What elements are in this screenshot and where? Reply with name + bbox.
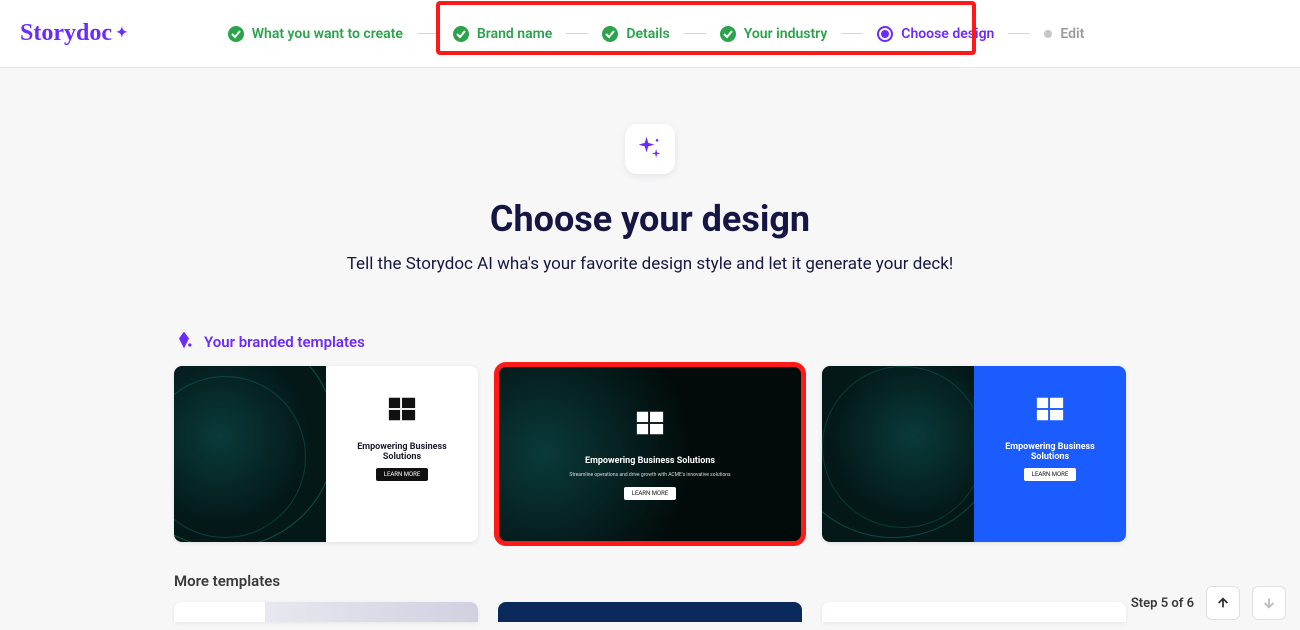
step-what-create[interactable]: What you want to create xyxy=(228,26,403,42)
page-subtitle: Tell the Storydoc AI wha's your favorite… xyxy=(0,254,1300,274)
footer-nav: Step 5 of 6 xyxy=(1131,586,1286,620)
step-choose-design[interactable]: Choose design xyxy=(877,26,994,42)
step-connector xyxy=(417,33,439,34)
step-label: Choose design xyxy=(901,26,994,42)
step-label: Edit xyxy=(1060,26,1084,42)
step-industry[interactable]: Your industry xyxy=(720,26,828,42)
template-card-2[interactable]: Empowering Business Solutions Streamline… xyxy=(498,366,802,542)
step-counter: Step 5 of 6 xyxy=(1131,596,1194,611)
more-templates-section: More templates xyxy=(174,572,1126,622)
check-icon xyxy=(720,26,736,42)
template-preview-panel: Empowering Business Solutions Streamline… xyxy=(498,366,802,542)
check-icon xyxy=(228,26,244,42)
ai-sparkle-badge xyxy=(625,124,675,174)
prev-step-button[interactable] xyxy=(1206,586,1240,620)
template-title: Empowering Business Solutions xyxy=(988,442,1112,462)
diamond-sparkle-icon xyxy=(174,330,194,354)
template-preview-image xyxy=(822,366,974,542)
arrow-down-icon xyxy=(1262,596,1276,610)
step-connector xyxy=(841,33,863,34)
template-subtitle: Streamline operations and drive growth w… xyxy=(569,472,730,479)
header-bar: Storydoc ✦ What you want to create Brand… xyxy=(0,0,1300,68)
main-content: Choose your design Tell the Storydoc AI … xyxy=(0,68,1300,622)
page-title: Choose your design xyxy=(0,198,1300,240)
sparkle-icon xyxy=(636,135,664,163)
template-card-more-2[interactable] xyxy=(498,602,802,622)
windows-logo-icon xyxy=(387,394,417,424)
step-label: Brand name xyxy=(477,26,552,42)
sparkle-icon: ✦ xyxy=(116,25,128,42)
template-preview-panel: Empowering Business Solutions LEARN MORE xyxy=(326,366,478,542)
step-label: What you want to create xyxy=(252,26,403,42)
template-row: Empowering Business Solutions LEARN MORE… xyxy=(174,366,1126,542)
template-preview-image xyxy=(174,366,326,542)
template-title: Empowering Business Solutions xyxy=(340,442,464,462)
windows-logo-icon xyxy=(635,408,665,438)
template-card-1[interactable]: Empowering Business Solutions LEARN MORE xyxy=(174,366,478,542)
template-card-more-1[interactable] xyxy=(174,602,478,622)
step-label: Your industry xyxy=(744,26,828,42)
next-step-button[interactable] xyxy=(1252,586,1286,620)
branded-templates-section: Your branded templates Empowering Busine… xyxy=(174,330,1126,542)
step-connector xyxy=(1008,33,1030,34)
template-card-more-3[interactable] xyxy=(822,602,1126,622)
step-details[interactable]: Details xyxy=(602,26,669,42)
step-edit[interactable]: Edit xyxy=(1044,26,1084,42)
windows-logo-icon xyxy=(1035,394,1065,424)
template-row xyxy=(174,602,1126,622)
template-preview-panel: Empowering Business Solutions LEARN MORE xyxy=(974,366,1126,542)
template-cta: LEARN MORE xyxy=(624,487,677,500)
template-card-3[interactable]: Empowering Business Solutions LEARN MORE xyxy=(822,366,1126,542)
step-brand-name[interactable]: Brand name xyxy=(453,26,552,42)
template-cta: LEARN MORE xyxy=(376,468,429,481)
step-connector xyxy=(566,33,588,34)
section-label: More templates xyxy=(174,572,1126,590)
check-icon xyxy=(602,26,618,42)
brand-logo[interactable]: Storydoc ✦ xyxy=(20,20,128,47)
template-title: Empowering Business Solutions xyxy=(585,456,715,466)
section-label: Your branded templates xyxy=(204,333,365,351)
radio-current-icon xyxy=(877,26,893,42)
progress-steps: What you want to create Brand name Detai… xyxy=(228,26,1085,42)
template-cta: LEARN MORE xyxy=(1024,468,1077,481)
section-header: Your branded templates xyxy=(174,330,1126,354)
dot-pending-icon xyxy=(1044,30,1052,38)
step-connector xyxy=(684,33,706,34)
check-icon xyxy=(453,26,469,42)
arrow-up-icon xyxy=(1216,596,1230,610)
step-label: Details xyxy=(626,26,669,42)
brand-name: Storydoc xyxy=(20,20,112,47)
